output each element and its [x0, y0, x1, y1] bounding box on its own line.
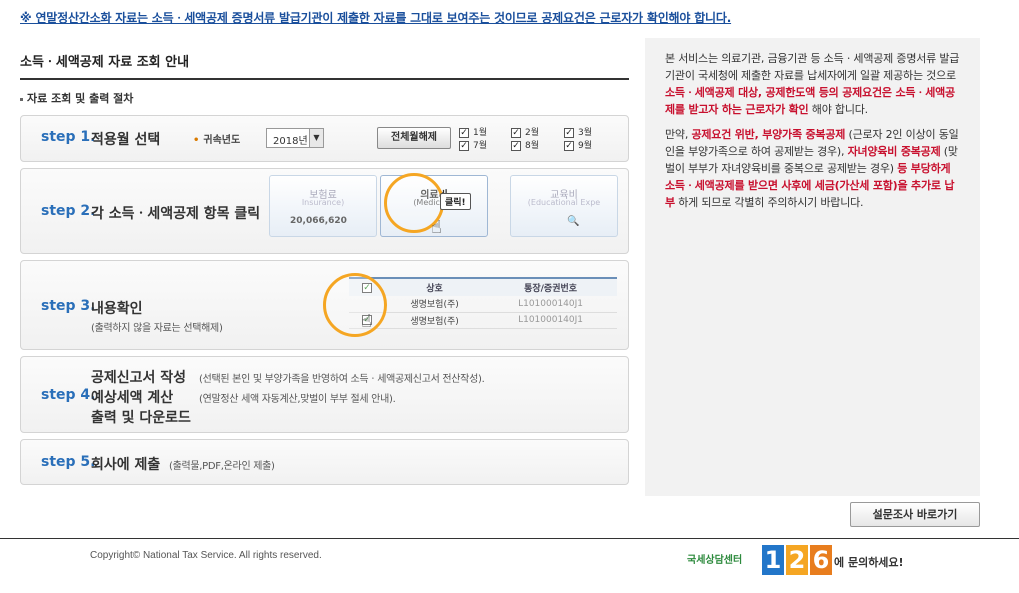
procedure-title-text: 자료 조회 및 출력 절차	[27, 92, 134, 105]
bullet-icon: •	[193, 135, 200, 146]
notice-link[interactable]: ※ 연말정산간소화 자료는 소득ㆍ세액공제 증명서류 발급기관이 제출한 자료를…	[20, 9, 731, 26]
magnifier-highlight	[323, 273, 387, 337]
info-paragraph: 만약, 공제요건 위반, 부양가족 중복공제 (근로자 2인 이상이 동일인을 …	[665, 128, 959, 209]
hotline-number-logo: 1 2 6	[762, 545, 832, 575]
step-name: 적용월 선택	[91, 132, 161, 148]
survey-button[interactable]: 설문조사 바로가기	[850, 502, 980, 527]
table-header: 통장/증권번호	[484, 277, 617, 296]
month-checkbox[interactable]: ✓ 7월	[459, 138, 487, 151]
step-2-panel: step 2. 각 소득ㆍ세액공제 항목 클릭 보험료 Insurance) 2…	[20, 168, 629, 254]
month-checkbox[interactable]: ✓ 1월	[459, 125, 487, 138]
step-name: 출력 및 다운로드	[91, 410, 191, 426]
info-paragraph: 본 서비스는 의료기관, 금융기관 등 소득ㆍ세액공제 증명서류 발급기관이 국…	[665, 52, 960, 116]
step-name: 회사에 제출	[91, 457, 161, 473]
step-sub: (연말정산 세액 자동계산,맞벌이 부부 절세 안내).	[199, 394, 396, 405]
insurance-card[interactable]: 보험료 Insurance) 20,066,620	[269, 175, 377, 237]
click-tooltip: 클릭!	[440, 193, 471, 210]
step-sub: (출력하지 않을 자료는 선택해제)	[91, 323, 223, 334]
consult-center-label: 국세상담센터	[687, 555, 743, 566]
table-row: 생명보험(주) L101000140J1	[349, 296, 617, 313]
step-3-panel: step 3. 내용확인 (출력하지 않을 자료는 선택해제) ✓ 상호 통장/…	[20, 260, 629, 350]
info-box: 본 서비스는 의료기관, 금융기관 등 소득ㆍ세액공제 증명서류 발급기관이 국…	[645, 38, 980, 496]
step-number: step 2.	[41, 203, 96, 219]
step-name: 내용확인	[91, 301, 143, 317]
data-table: ✓ 상호 통장/증권번호 생명보험(주) L101000140J1 ✓ 생명보험…	[349, 277, 617, 329]
step-number: step 5.	[41, 454, 96, 470]
search-icon: 🔍	[567, 216, 580, 227]
step-name: 예상세액 계산	[91, 390, 174, 406]
step-sub: (출력물,PDF,온라인 제출)	[169, 461, 275, 472]
table-header: 상호	[385, 277, 485, 296]
section-title: 소득ㆍ세액공제 자료 조회 안내	[20, 51, 629, 80]
step-number: step 1.	[41, 129, 96, 145]
month-checkbox[interactable]: ✓ 3월	[564, 125, 592, 138]
hand-cursor-icon: ☝	[431, 217, 442, 238]
procedure-title: 자료 조회 및 출력 절차	[20, 90, 133, 106]
year-select[interactable]: 2018년 ▼	[266, 128, 324, 148]
month-checkbox[interactable]: ✓ 2월	[511, 125, 539, 138]
step-number: step 3.	[41, 298, 96, 314]
step-name: 각 소득ㆍ세액공제 항목 클릭	[91, 206, 261, 222]
year-label: • 귀속년도	[193, 135, 241, 146]
bullet-icon	[20, 97, 23, 101]
step-1-panel: step 1. 적용월 선택 • 귀속년도 2018년 ▼ 전체월해제 ✓ 1월 ✓ 2…	[20, 115, 629, 162]
ask-text: 에 문의하세요!	[834, 556, 904, 569]
step-4-panel: step 4. 공제신고서 작성 (선택된 본인 및 부양가족을 반영하여 소득…	[20, 356, 629, 433]
select-all-months-button[interactable]: 전체월해제	[377, 127, 451, 149]
hand-cursor-icon: ☝	[361, 311, 372, 332]
step-5-panel: step 5. 회사에 제출 (출력물,PDF,온라인 제출)	[20, 439, 629, 485]
footer: Copyright© National Tax Service. All rig…	[0, 538, 1019, 593]
month-checkbox[interactable]: ✓ 8월	[511, 138, 539, 151]
chevron-down-icon: ▼	[309, 129, 323, 147]
step-sub: (선택된 본인 및 부양가족을 반영하여 소득ㆍ세액공제신고서 전산작성).	[199, 374, 485, 385]
table-row: ✓ 생명보험(주) L101000140J1	[349, 312, 617, 329]
step-number: step 4.	[41, 387, 96, 403]
copyright: Copyright© National Tax Service. All rig…	[90, 550, 322, 561]
step-name: 공제신고서 작성	[91, 370, 187, 386]
month-checkbox[interactable]: ✓ 9월	[564, 138, 592, 151]
education-card[interactable]: 교육비 (Educational Expe 🔍	[510, 175, 618, 237]
